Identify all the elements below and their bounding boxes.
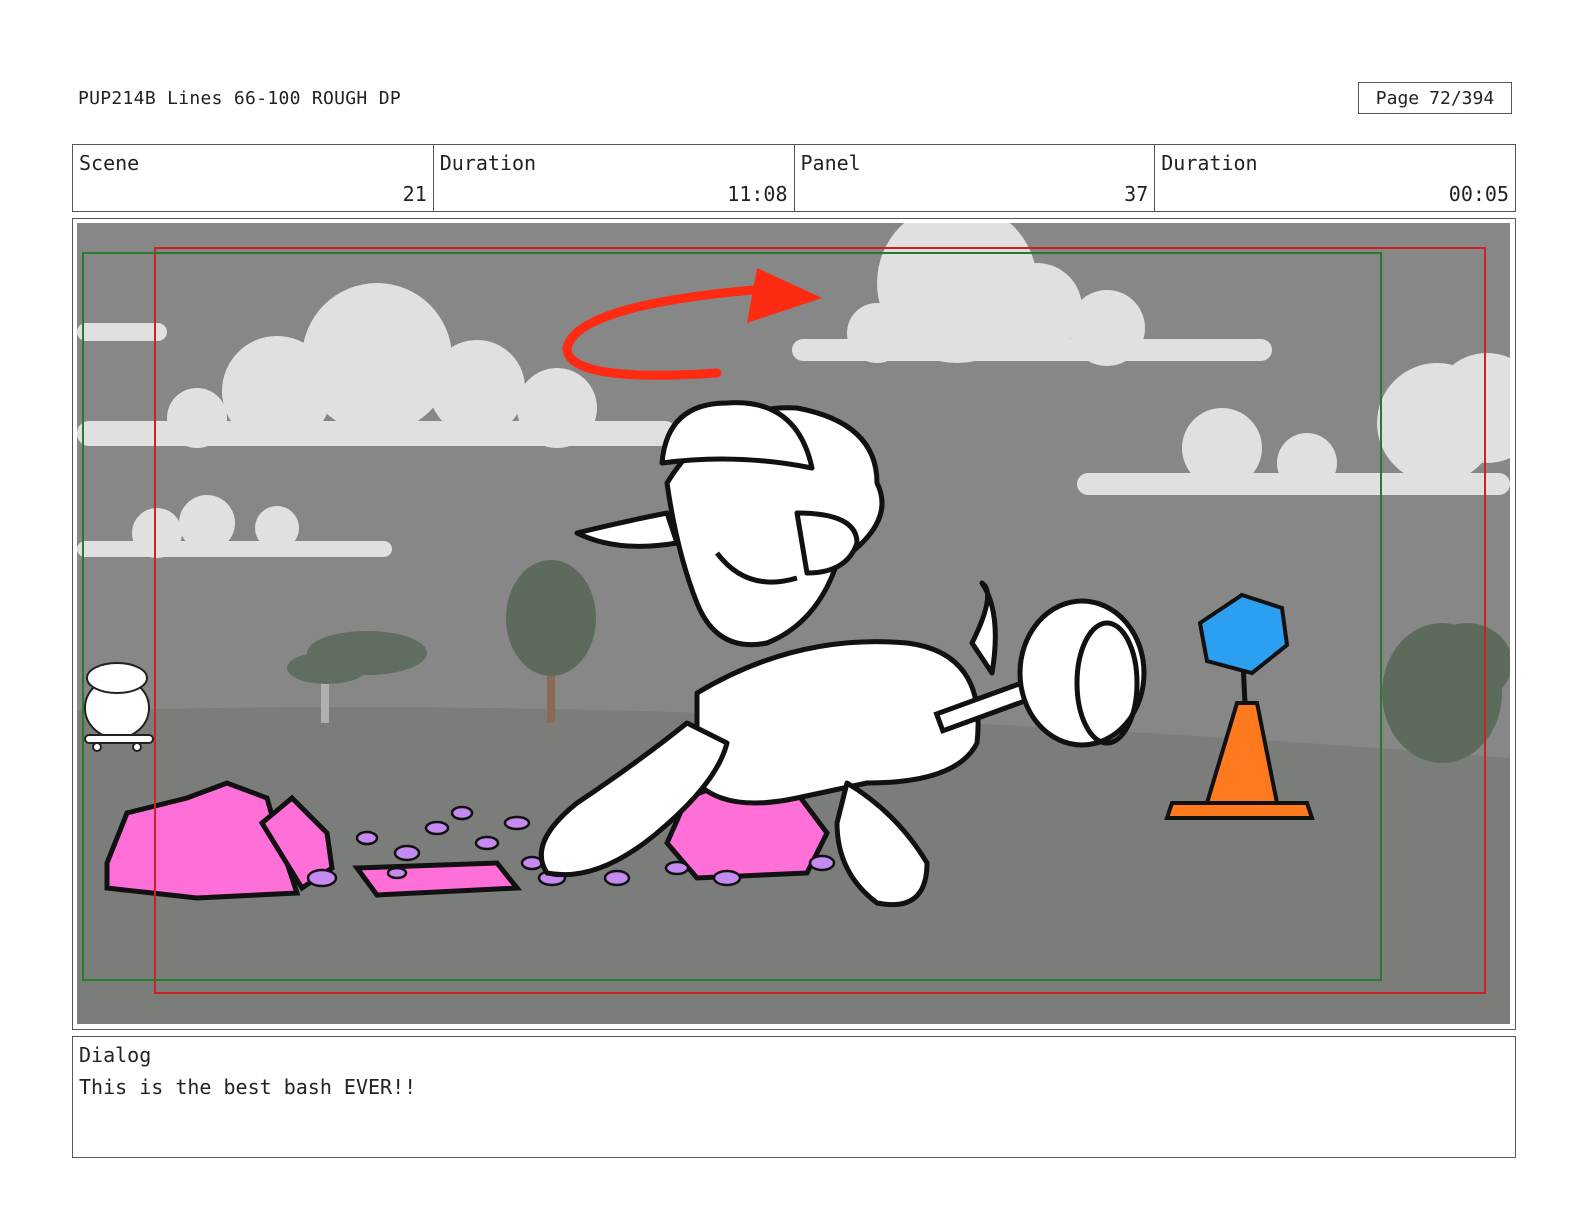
dialog-box: Dialog This is the best bash EVER!!: [72, 1036, 1516, 1158]
page-label: Page: [1375, 87, 1420, 109]
panel-duration-cell: Duration 00:05: [1155, 145, 1515, 211]
scene-info-table: Scene 21 Duration 11:08 Panel 37 Duratio…: [72, 144, 1516, 212]
scene-duration-value: 11:08: [727, 182, 788, 206]
document-title: PUP214B Lines 66-100 ROUGH DP: [78, 88, 401, 109]
scene-duration-label: Duration: [439, 151, 537, 175]
panel-duration-label: Duration: [1161, 151, 1258, 175]
page-number: 72/394: [1429, 87, 1495, 109]
scene-value: 21: [402, 182, 427, 206]
scene-cell: Scene 21: [73, 145, 434, 211]
panel-value: 37: [1124, 182, 1149, 206]
storyboard-panel: [72, 218, 1516, 1030]
panel-label: Panel: [800, 151, 861, 175]
dialog-label: Dialog: [79, 1043, 152, 1067]
page-indicator: Page 72/394: [1358, 82, 1512, 114]
storyboard-drawing: [77, 223, 1510, 1024]
panel-duration-value: 00:05: [1448, 182, 1509, 206]
scene-duration-cell: Duration 11:08: [434, 145, 795, 211]
scene-label: Scene: [79, 151, 140, 175]
panel-cell: Panel 37: [795, 145, 1156, 211]
dialog-text: This is the best bash EVER!!: [79, 1075, 417, 1099]
small-character: [84, 662, 154, 752]
